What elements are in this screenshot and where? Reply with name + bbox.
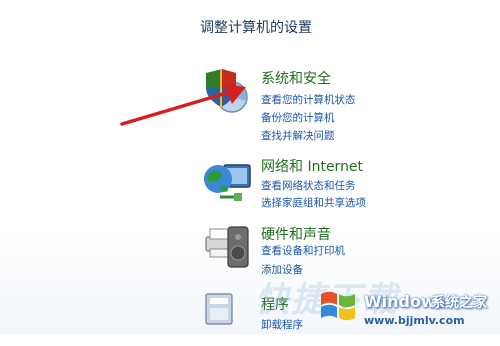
programs-icon[interactable] [200, 290, 256, 346]
link-devices-printers[interactable]: 查看设备和打印机 [261, 243, 345, 258]
windows-logo-icon [321, 291, 355, 321]
category-title-network-internet[interactable]: 网络和 Internet [261, 156, 363, 176]
link-troubleshoot[interactable]: 查找并解决问题 [261, 128, 335, 143]
category-title-hardware-sound[interactable]: 硬件和声音 [261, 224, 331, 244]
category-network-internet: 网络和 Internet 查看网络状态和任务 选择家庭组和共享选项 [200, 155, 500, 215]
page-title: 调整计算机的设置 [200, 20, 312, 36]
link-backup-computer[interactable]: 备份您的计算机 [261, 110, 335, 125]
link-network-status[interactable]: 查看网络状态和任务 [261, 178, 356, 193]
network-globe-icon[interactable] [200, 155, 256, 211]
watermark-url: www.bjjmlv.com [364, 314, 465, 327]
watermark-site-name: 系统之家 [431, 295, 487, 311]
category-title-system-security[interactable]: 系统和安全 [261, 68, 331, 88]
link-view-computer-status[interactable]: 查看您的计算机状态 [261, 92, 356, 107]
printer-speaker-icon[interactable] [200, 223, 256, 279]
red-arrow-icon [120, 84, 246, 126]
link-homegroup-sharing[interactable]: 选择家庭组和共享选项 [261, 195, 366, 210]
